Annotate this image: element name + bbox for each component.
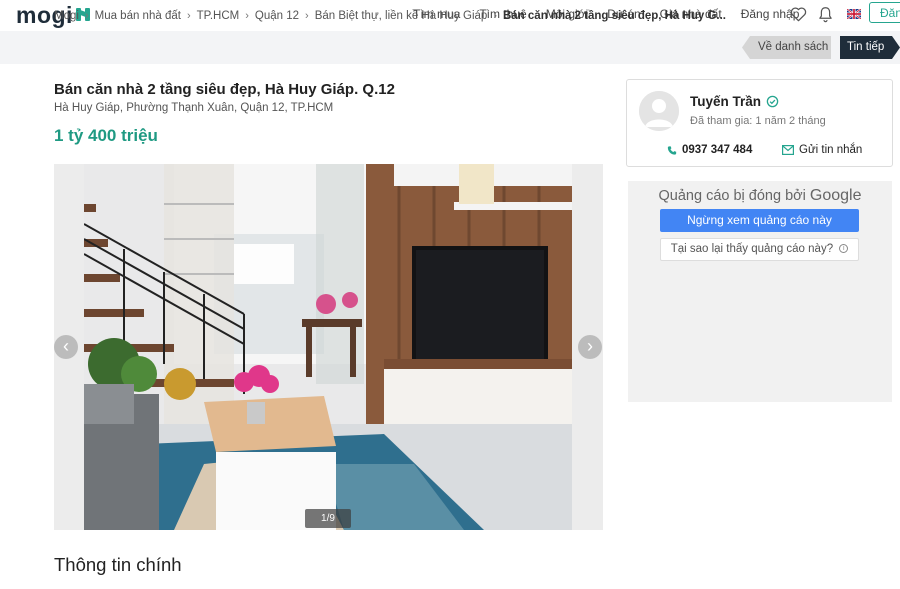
chevron-right-icon: › <box>186 10 191 22</box>
main-info-heading: Thông tin chính <box>54 554 182 575</box>
why-this-ad-button[interactable]: Tại sao lại thấy quảng cáo này? i <box>660 238 859 261</box>
next-photo-button[interactable]: › <box>578 335 602 359</box>
breadcrumb-current: Bán căn nhà 2 tầng siêu đẹp, Hà Huy G... <box>502 10 727 22</box>
send-message-label: Gửi tin nhắn <box>799 144 863 156</box>
breadcrumb-item[interactable]: Quận 12 <box>255 10 299 22</box>
agent-card: Tuyến Trần Đã tham gia: 1 năm 2 tháng 09… <box>626 79 893 167</box>
ad-closed-label: Quảng cáo bị đóng bởi <box>658 188 806 204</box>
chevron-right-icon: › <box>305 10 309 22</box>
breadcrumb-item[interactable]: TP.HCM <box>197 10 240 22</box>
envelope-icon <box>782 145 794 155</box>
why-this-ad-label: Tại sao lại thấy quảng cáo này? <box>670 243 834 255</box>
breadcrumb: Mogi › Mua bán nhà đất › TP.HCM › Quận 1… <box>54 10 726 22</box>
user-silhouette-icon <box>639 91 679 131</box>
back-to-list-button[interactable]: Về danh sách <box>742 36 831 59</box>
stop-seeing-ad-button[interactable]: Ngừng xem quảng cáo này <box>660 209 859 232</box>
verified-check-icon <box>766 95 779 108</box>
listing-photo[interactable] <box>84 164 572 530</box>
listing-address: Hà Huy Giáp, Phường Thạnh Xuân, Quận 12,… <box>54 102 334 114</box>
breadcrumb-item[interactable]: Mua bán nhà đất <box>95 10 181 22</box>
send-message-button[interactable]: Gửi tin nhắn <box>782 144 862 156</box>
phone-icon <box>667 145 677 155</box>
breadcrumb-item[interactable]: Bán Biệt thự, liền kề Hà Huy Giáp <box>315 10 488 22</box>
login-button[interactable]: Đăn <box>869 2 900 23</box>
ad-closed-text: Quảng cáo bị đóng bởi Google <box>628 187 892 205</box>
breadcrumb-item[interactable]: Mogi <box>54 10 79 22</box>
heart-icon[interactable] <box>790 6 807 22</box>
ad-closed-panel: Quảng cáo bị đóng bởi Google Ngừng xem q… <box>628 181 892 402</box>
living-room-photo <box>84 164 572 530</box>
avatar[interactable] <box>639 91 679 131</box>
photo-counter: 1/9 <box>305 509 351 528</box>
chevron-right-icon: › <box>84 10 89 22</box>
call-phone-button[interactable]: 0937 347 484 <box>667 144 752 156</box>
uk-flag-icon[interactable] <box>847 9 861 19</box>
agent-joined: Đã tham gia: 1 năm 2 tháng <box>690 115 826 127</box>
bell-icon[interactable] <box>818 6 833 23</box>
photo-gallery: ‹ › 1/9 <box>54 164 603 530</box>
listing-price: 1 tỷ 400 triệu <box>54 126 158 145</box>
agent-name[interactable]: Tuyến Trần <box>690 94 761 109</box>
info-icon: i <box>839 244 849 254</box>
agent-phone: 0937 347 484 <box>682 144 753 156</box>
google-logo-text: Google <box>809 187 862 204</box>
next-listing-button[interactable]: Tin tiếp <box>840 36 900 59</box>
previous-photo-button[interactable]: ‹ <box>54 335 78 359</box>
chevron-right-icon: › <box>493 10 497 22</box>
chevron-right-icon: › <box>245 10 249 22</box>
listing-title: Bán căn nhà 2 tầng siêu đẹp, Hà Huy Giáp… <box>54 81 395 98</box>
